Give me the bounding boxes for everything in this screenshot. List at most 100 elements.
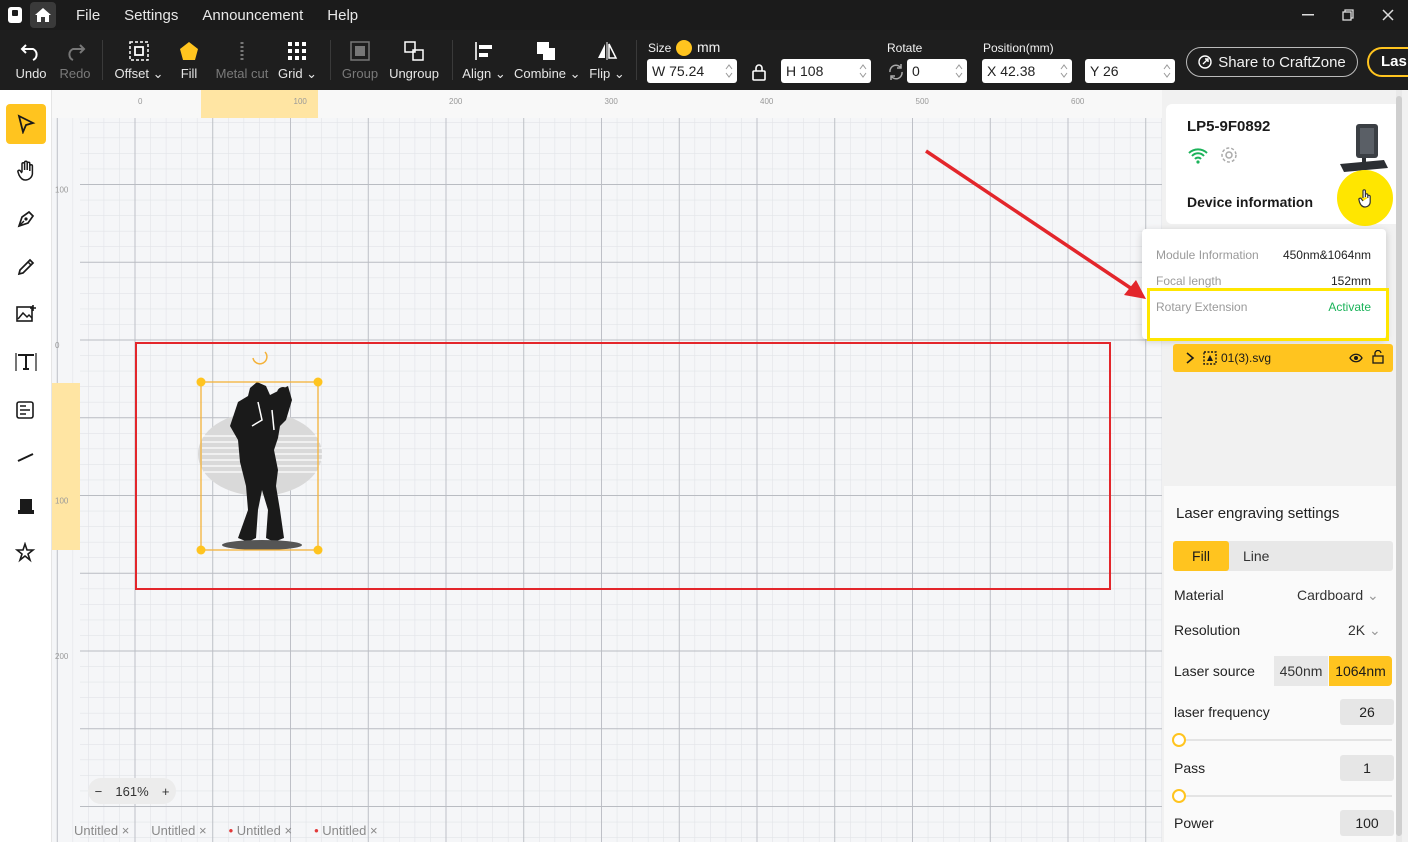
share-craftzone-button[interactable]: Share to CraftZone bbox=[1186, 47, 1358, 77]
mode-line-tab[interactable]: Line bbox=[1243, 541, 1269, 571]
spinner-icon bbox=[1163, 64, 1171, 78]
menu-help[interactable]: Help bbox=[327, 7, 358, 24]
redo-button[interactable]: Redo bbox=[56, 38, 94, 81]
home-button[interactable] bbox=[30, 2, 56, 28]
laser-frequency-input[interactable]: 26 bbox=[1340, 699, 1394, 725]
offset-button[interactable]: Offset ⌄ bbox=[114, 38, 164, 82]
source-450nm-option[interactable]: 450nm bbox=[1274, 656, 1328, 686]
grid-icon bbox=[288, 42, 306, 60]
tab-close-icon[interactable]: × bbox=[122, 823, 130, 838]
text-tool[interactable] bbox=[6, 342, 46, 382]
pass-slider[interactable] bbox=[1172, 789, 1392, 803]
rotate-input[interactable]: 0 bbox=[907, 59, 967, 83]
mode-fill-tab[interactable]: Fill bbox=[1173, 541, 1229, 571]
ruler-tick-label: 100 bbox=[55, 497, 69, 506]
hand-pointer-icon bbox=[1358, 189, 1371, 208]
height-input[interactable]: H 108 bbox=[781, 59, 871, 83]
x-input[interactable]: X 42.38 bbox=[982, 59, 1072, 83]
metal-cut-button[interactable]: Metal cut bbox=[214, 38, 270, 81]
design-canvas[interactable]: 0 100 200 300 400 500 600 100 0 100 200 − 161% + U… bbox=[52, 90, 1162, 842]
text-icon bbox=[15, 353, 37, 371]
grid-button[interactable]: Grid ⌄ bbox=[278, 38, 317, 82]
minimize-button[interactable] bbox=[1288, 0, 1328, 30]
engraving-settings-title: Laser engraving settings bbox=[1176, 505, 1340, 522]
table-text-icon bbox=[16, 401, 34, 419]
laser-frequency-slider[interactable] bbox=[1172, 733, 1392, 747]
undo-button[interactable]: Undo bbox=[12, 38, 50, 81]
group-button[interactable]: Group bbox=[340, 38, 380, 81]
wifi-icon bbox=[1188, 148, 1208, 164]
ruler-tick-label: 400 bbox=[760, 97, 774, 106]
line-tool[interactable] bbox=[6, 438, 46, 478]
zoom-out-button[interactable]: − bbox=[95, 784, 103, 799]
pass-input[interactable]: 1 bbox=[1340, 755, 1394, 781]
gear-icon[interactable] bbox=[1219, 145, 1239, 165]
mode-segmented-control: Fill Line bbox=[1173, 541, 1393, 571]
ruler-tick-label: 300 bbox=[605, 97, 619, 106]
source-1064nm-option[interactable]: 1064nm bbox=[1329, 656, 1392, 686]
ruler-tick-label: 0 bbox=[55, 341, 60, 350]
panel-scrollbar[interactable] bbox=[1396, 96, 1402, 836]
laser-frequency-label: laser frequency bbox=[1174, 704, 1270, 720]
lock-icon[interactable] bbox=[751, 63, 767, 81]
pen-tool[interactable] bbox=[6, 199, 46, 239]
menu-file[interactable]: File bbox=[76, 7, 100, 24]
material-select[interactable]: Cardboard ⌄ bbox=[1297, 587, 1379, 604]
combine-button[interactable]: Combine ⌄ bbox=[514, 38, 581, 82]
pan-tool[interactable] bbox=[6, 151, 46, 191]
rotate-icon bbox=[889, 64, 903, 80]
magic-tool[interactable] bbox=[6, 533, 46, 573]
zoom-level: 161% bbox=[115, 783, 149, 799]
tool-sidebar bbox=[0, 90, 52, 842]
document-tab[interactable]: Untitled × bbox=[151, 823, 206, 838]
restore-button[interactable] bbox=[1328, 0, 1368, 30]
fill-button[interactable]: Fill bbox=[172, 38, 206, 81]
resolution-select[interactable]: 2K ⌄ bbox=[1348, 622, 1381, 639]
document-tab[interactable]: Untitled × bbox=[74, 823, 129, 838]
eye-icon[interactable] bbox=[1349, 352, 1363, 364]
align-button[interactable]: Align ⌄ bbox=[462, 38, 506, 82]
select-tool[interactable] bbox=[6, 104, 46, 144]
restore-icon bbox=[1342, 9, 1354, 21]
zoom-control: − 161% + bbox=[88, 778, 176, 804]
close-button[interactable] bbox=[1368, 0, 1408, 30]
device-card: LP5-9F0892 Device information bbox=[1166, 104, 1402, 226]
y-input[interactable]: Y 26 bbox=[1085, 59, 1175, 83]
resolution-label: Resolution bbox=[1174, 622, 1241, 638]
close-icon bbox=[1382, 9, 1394, 21]
app-logo bbox=[8, 7, 22, 23]
power-input[interactable]: 100 bbox=[1340, 810, 1394, 836]
layer-row[interactable]: 01(3).svg bbox=[1173, 344, 1393, 372]
combine-icon bbox=[537, 42, 555, 60]
tab-close-icon[interactable]: × bbox=[199, 823, 207, 838]
zoom-in-button[interactable]: + bbox=[162, 784, 170, 799]
chevron-down-icon: ⌄ bbox=[1367, 587, 1379, 603]
redo-icon bbox=[68, 44, 86, 61]
flip-icon bbox=[598, 42, 618, 60]
unlock-icon[interactable] bbox=[1372, 350, 1384, 364]
device-tool[interactable] bbox=[6, 486, 46, 526]
ruler-tick-label: 200 bbox=[55, 652, 69, 661]
image-tool[interactable] bbox=[6, 294, 46, 334]
tab-close-icon[interactable]: × bbox=[370, 823, 378, 838]
slider-knob[interactable] bbox=[1172, 733, 1186, 747]
title-bar: File Settings Announcement Help bbox=[0, 0, 1408, 30]
offset-icon bbox=[129, 41, 149, 61]
tab-close-icon[interactable]: × bbox=[284, 823, 292, 838]
menu-announcement[interactable]: Announcement bbox=[202, 7, 303, 24]
ungroup-button[interactable]: Ungroup bbox=[388, 38, 440, 81]
menu-settings[interactable]: Settings bbox=[124, 7, 178, 24]
pen-nib-icon bbox=[17, 210, 35, 228]
flip-button[interactable]: Flip ⌄ bbox=[588, 38, 626, 82]
width-input[interactable]: W 75.24 bbox=[647, 59, 737, 83]
layer-name: 01(3).svg bbox=[1221, 351, 1272, 365]
unit-toggle[interactable] bbox=[676, 40, 692, 56]
pencil-tool[interactable] bbox=[6, 247, 46, 287]
laser-button[interactable]: Las bbox=[1367, 47, 1408, 77]
document-tab[interactable]: • Untitled × bbox=[229, 823, 292, 838]
slider-knob[interactable] bbox=[1172, 789, 1186, 803]
barcode-tool[interactable] bbox=[6, 390, 46, 430]
spinner-icon bbox=[955, 64, 963, 78]
chevron-right-icon[interactable] bbox=[1185, 352, 1195, 364]
document-tab[interactable]: • Untitled × bbox=[314, 823, 377, 838]
